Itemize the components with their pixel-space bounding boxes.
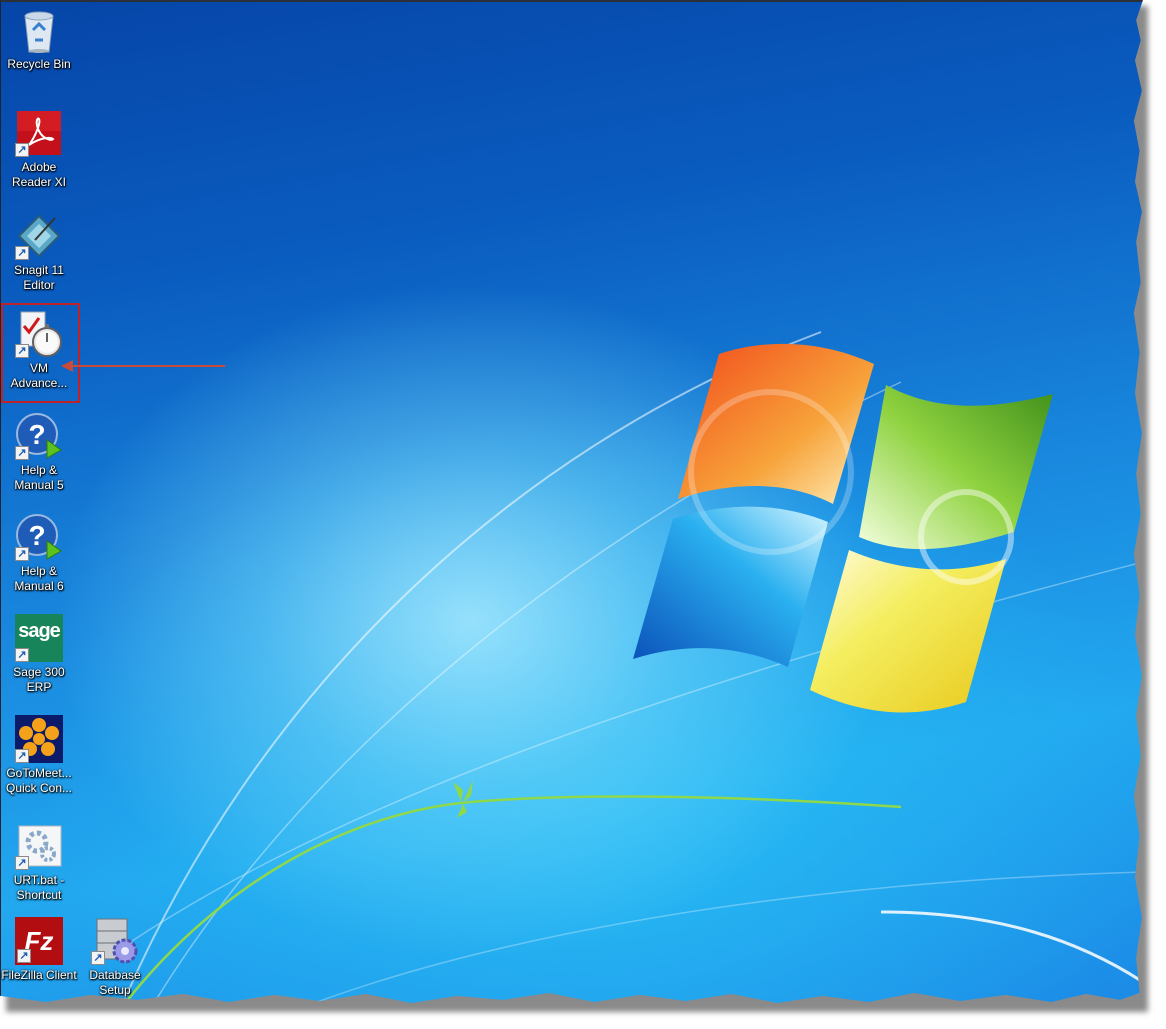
gotomeeting-icon: ↗ xyxy=(15,715,63,763)
desktop-icon-label: Database Setup xyxy=(89,968,141,997)
desktop-icon-label: GoToMeet... Quick Con... xyxy=(5,766,73,795)
batch-file-gear-icon: ↗ xyxy=(15,822,63,870)
sage-logo-text: sage xyxy=(18,620,61,642)
desktop-icon-label: Snagit 11 Editor xyxy=(14,263,64,292)
annotation-arrow-head-icon xyxy=(61,360,73,372)
desktop-icon-help-manual-6[interactable]: ? ↗ Help & Manual 6 xyxy=(1,513,77,594)
svg-text:?: ? xyxy=(28,419,45,450)
shortcut-arrow-icon: ↗ xyxy=(15,143,29,157)
desktop-icon-database-setup[interactable]: ↗ Database Setup xyxy=(77,917,153,998)
desktop-icon-label: URT.bat - Shortcut xyxy=(13,873,65,902)
filezilla-icon: Fz ↗ xyxy=(15,917,63,965)
desktop-icon-sage-300-erp[interactable]: sage ↗ Sage 300 ERP xyxy=(1,614,77,695)
database-setup-icon: ↗ xyxy=(91,917,139,965)
desktop-icon-recycle-bin[interactable]: Recycle Bin xyxy=(1,6,77,72)
sprout-icon xyxy=(453,780,473,818)
desktop-icon-label: Recycle Bin xyxy=(7,57,71,71)
help-manual-icon: ? ↗ xyxy=(15,412,63,460)
desktop-icon-label: Sage 300 ERP xyxy=(13,665,65,694)
annotation-highlight-box xyxy=(1,303,80,403)
shortcut-arrow-icon: ↗ xyxy=(15,246,29,260)
snagit-editor-icon: ↗ xyxy=(15,212,63,260)
shortcut-arrow-icon: ↗ xyxy=(15,856,29,870)
adobe-reader-icon: ↗ xyxy=(15,109,63,157)
desktop-icon-snagit-editor[interactable]: ↗ Snagit 11 Editor xyxy=(1,212,77,293)
svg-text:?: ? xyxy=(28,520,45,551)
shortcut-arrow-icon: ↗ xyxy=(15,446,29,460)
desktop-icon-gotomeeting[interactable]: ↗ GoToMeet... Quick Con... xyxy=(1,715,77,796)
desktop-icon-label: Adobe Reader XI xyxy=(11,160,67,189)
desktop-icon-help-manual-5[interactable]: ? ↗ Help & Manual 5 xyxy=(1,412,77,493)
windows-logo xyxy=(633,343,1053,713)
desktop-icon-adobe-reader[interactable]: ↗ Adobe Reader XI xyxy=(1,109,77,190)
desktop[interactable]: Recycle Bin ↗ Adobe Reader XI ↗ Snagit 1… xyxy=(0,0,1143,1003)
desktop-icon-urt-bat-shortcut[interactable]: ↗ URT.bat - Shortcut xyxy=(1,822,77,903)
sage-icon: sage ↗ xyxy=(15,614,63,662)
desktop-icon-label: Help & Manual 5 xyxy=(14,463,64,492)
shortcut-arrow-icon: ↗ xyxy=(17,949,31,963)
help-manual-icon: ? ↗ xyxy=(15,513,63,561)
shortcut-arrow-icon: ↗ xyxy=(15,648,29,662)
recycle-bin-icon xyxy=(15,6,63,54)
shortcut-arrow-icon: ↗ xyxy=(15,749,29,763)
wallpaper-swoosh-lines xyxy=(100,331,1143,1003)
shortcut-arrow-icon: ↗ xyxy=(15,547,29,561)
annotation-arrow-line xyxy=(63,365,225,367)
shortcut-arrow-icon: ↗ xyxy=(91,951,105,965)
desktop-icon-filezilla-client[interactable]: Fz ↗ FileZilla Client xyxy=(1,917,77,983)
desktop-icon-label: FileZilla Client xyxy=(1,968,77,982)
desktop-icon-label: Help & Manual 6 xyxy=(14,564,64,593)
